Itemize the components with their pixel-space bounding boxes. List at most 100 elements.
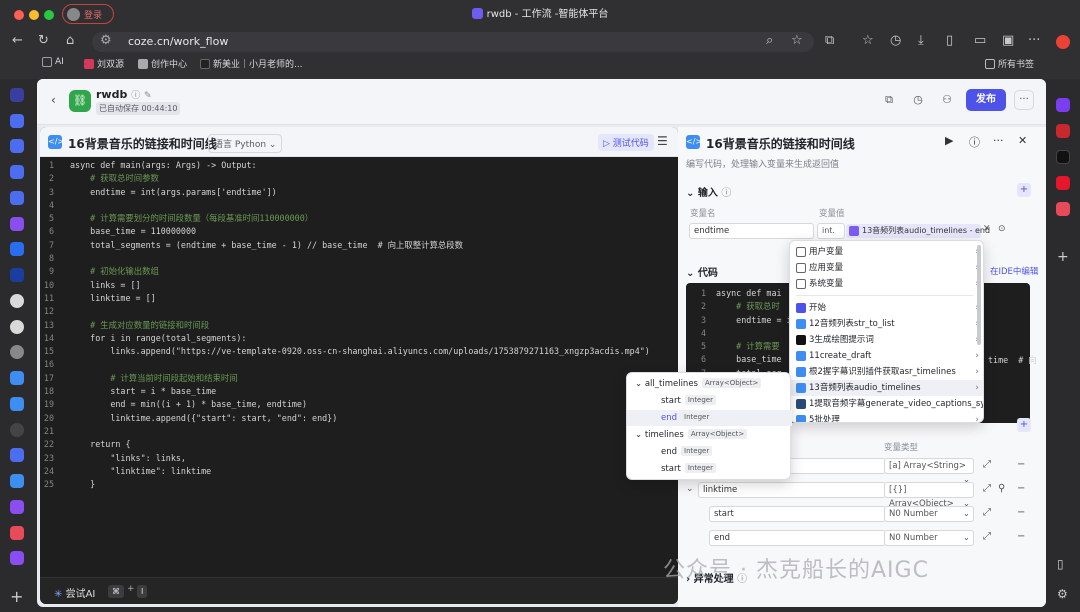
info-icon[interactable]: ⓘ — [721, 188, 731, 199]
output-type-select[interactable]: [a] Array<String> ⌄ — [884, 458, 974, 485]
code-line[interactable]: 7 total_segments = (endtime + base_time … — [40, 239, 678, 252]
tab-globe-icon[interactable] — [10, 345, 24, 359]
expand-icon[interactable]: ⤢ — [983, 507, 991, 518]
expand-icon[interactable]: ⤢ — [983, 531, 991, 542]
output-field-item[interactable]: end Integer — [627, 410, 792, 426]
bookmark-creator-center[interactable]: 创作中心 — [138, 57, 187, 70]
variable-group-item[interactable]: 系统变量› — [790, 276, 983, 292]
output-type-select[interactable]: N0 Number ⌄ — [884, 530, 974, 546]
collections-icon[interactable]: ▭ — [974, 32, 986, 50]
input-type-select[interactable]: int. — [817, 223, 845, 239]
tab-app-icon[interactable] — [10, 551, 24, 565]
history-icon[interactable]: ◷ — [890, 32, 901, 50]
sidebar-app-icon[interactable] — [1056, 98, 1070, 112]
code-line[interactable]: 20 linktime.append({"start": start, "end… — [40, 412, 678, 425]
more-options-button[interactable]: ··· — [1014, 90, 1034, 110]
node-item[interactable]: 13音频列表audio_timelines › — [790, 380, 983, 396]
variable-group-item[interactable]: 应用变量› — [790, 260, 983, 276]
close-icon[interactable]: ✕ — [1018, 134, 1027, 147]
code-line[interactable]: 19 end = min((i + 1) * base_time, endtim… — [40, 398, 678, 411]
tab-coze-icon[interactable] — [10, 139, 24, 153]
node-item[interactable]: 5批处理 › — [790, 412, 983, 422]
bookmark-star-icon[interactable]: ☆ — [791, 32, 803, 50]
history-icon[interactable]: ◷ — [909, 91, 927, 109]
extensions-icon[interactable]: ⧉ — [825, 32, 834, 50]
output-name-field[interactable] — [776, 458, 886, 474]
new-tab-plus-icon[interactable]: + — [10, 587, 23, 606]
language-select[interactable]: 语言 Python ⌄ — [208, 134, 283, 153]
code-line[interactable]: 4 — [40, 199, 678, 212]
node-item[interactable]: 11create_draft › — [790, 348, 983, 364]
settings-gear-icon[interactable]: ⚙ — [1057, 587, 1068, 601]
tab-app-icon[interactable] — [10, 474, 24, 488]
favorites-icon[interactable]: ☆ — [862, 32, 874, 50]
code-line[interactable]: 8 — [40, 252, 678, 265]
edit-icon[interactable]: ✎ — [144, 91, 152, 101]
remove-row-icon[interactable]: − — [1017, 507, 1025, 518]
output-field-item[interactable]: start Integer — [627, 461, 792, 477]
tab-loading-icon[interactable] — [10, 423, 24, 437]
tab-image-icon[interactable] — [10, 397, 24, 411]
code-section-header[interactable]: ⌄ 代码 — [686, 264, 718, 279]
code-line[interactable]: 14 for i in range(total_segments): — [40, 332, 678, 345]
tab-app-icon[interactable] — [10, 268, 24, 282]
output-field-item[interactable]: start Integer — [627, 393, 792, 409]
output-name-field[interactable]: start — [709, 506, 886, 522]
code-line[interactable]: 24 "linktime": linktime — [40, 465, 678, 478]
split-view-icon[interactable]: ▯ — [946, 32, 953, 50]
output-name-field[interactable]: linktime — [698, 482, 886, 498]
publish-button[interactable]: 发布 — [966, 89, 1006, 111]
code-line[interactable]: 5 # 计算需要划分的时间段数量（每段基准时间110000000） — [40, 212, 678, 225]
code-line[interactable]: 3 endtime = int(args.params['endtime']) — [40, 186, 678, 199]
node-item[interactable]: 12音频列表str_to_list› — [790, 316, 983, 332]
tab-coze-icon[interactable] — [10, 448, 24, 462]
output-name-field[interactable]: end — [709, 530, 886, 546]
dropdown-scrollbar[interactable] — [977, 245, 981, 345]
node-item[interactable]: 1提取音频字幕generate_video_captions_sync › — [790, 396, 983, 412]
clear-tag-icon[interactable]: ✕ — [983, 224, 991, 234]
more-dots-icon[interactable]: ··· — [993, 134, 1004, 147]
input-section-header[interactable]: ⌄ 输入 ⓘ — [686, 184, 731, 199]
tab-avatar-icon[interactable] — [10, 294, 24, 308]
node-item[interactable]: 根2握字幕识别插件获取asr_timelines › — [790, 364, 983, 380]
bookmark-ai[interactable]: AI — [42, 57, 64, 67]
code-line[interactable]: 10 links = [] — [40, 279, 678, 292]
code-line[interactable]: 17 # 计算当前时间段起始和结束时间 — [40, 372, 678, 385]
code-line[interactable]: 18 start = i * base_time — [40, 385, 678, 398]
expand-icon[interactable]: ⤢ — [983, 483, 991, 494]
back-chevron-icon[interactable]: ‹ — [51, 93, 56, 107]
add-input-button[interactable]: + — [1017, 183, 1031, 197]
node-item[interactable]: 3生成绘图提示词› — [790, 332, 983, 348]
google-icon[interactable] — [1056, 35, 1070, 49]
edit-in-ide-link[interactable]: 在IDE中编辑 — [990, 265, 1038, 277]
tiktok-icon[interactable] — [1056, 150, 1070, 164]
code-line[interactable]: 13 # 生成对应数量的链接和时间段 — [40, 319, 678, 332]
remove-row-icon[interactable]: − — [1017, 531, 1025, 542]
remove-row-icon[interactable]: − — [1017, 483, 1025, 494]
sidebar-app-icon[interactable] — [1056, 124, 1070, 138]
code-line[interactable]: 9 # 初始化输出数组 — [40, 265, 678, 278]
weibo-icon[interactable] — [1056, 176, 1070, 190]
menu-dots-icon[interactable]: ··· — [1028, 32, 1040, 50]
variable-group-item[interactable]: 用户变量› — [790, 244, 983, 260]
tab-image-icon[interactable] — [10, 371, 24, 385]
code-line[interactable]: 11 linktime = [] — [40, 292, 678, 305]
bookmark-liushuangyuan[interactable]: 刘双源 — [84, 57, 124, 70]
code-line[interactable]: 16 — [40, 358, 678, 371]
tab-app-icon[interactable] — [10, 526, 24, 540]
add-child-icon[interactable]: ⚲ — [998, 483, 1005, 494]
code-line[interactable]: 22 return { — [40, 438, 678, 451]
site-info-icon[interactable]: ⚙ — [100, 32, 112, 50]
sidebar-toggle-icon[interactable]: ▯ — [1057, 557, 1064, 571]
input-var-name-field[interactable]: endtime — [689, 223, 814, 239]
input-ref-tag[interactable]: 13音频列表audio_timelines - end — [846, 224, 990, 238]
code-area[interactable]: 1 async def main(args: Args) -> Output: 2 … — [40, 159, 678, 491]
editor-menu-icon[interactable]: ☰ — [657, 134, 668, 148]
run-icon[interactable]: ▶ — [945, 134, 953, 147]
code-line[interactable]: 2 # 获取总时间参数 — [40, 172, 678, 185]
output-type-select[interactable]: N0 Number ⌄ — [884, 506, 974, 522]
collaborators-icon[interactable]: ⚇ — [938, 91, 956, 109]
code-line[interactable]: 25 } — [40, 478, 678, 491]
copy-icon[interactable]: ⧉ — [880, 91, 898, 109]
output-field-item[interactable]: end Integer — [627, 444, 792, 460]
